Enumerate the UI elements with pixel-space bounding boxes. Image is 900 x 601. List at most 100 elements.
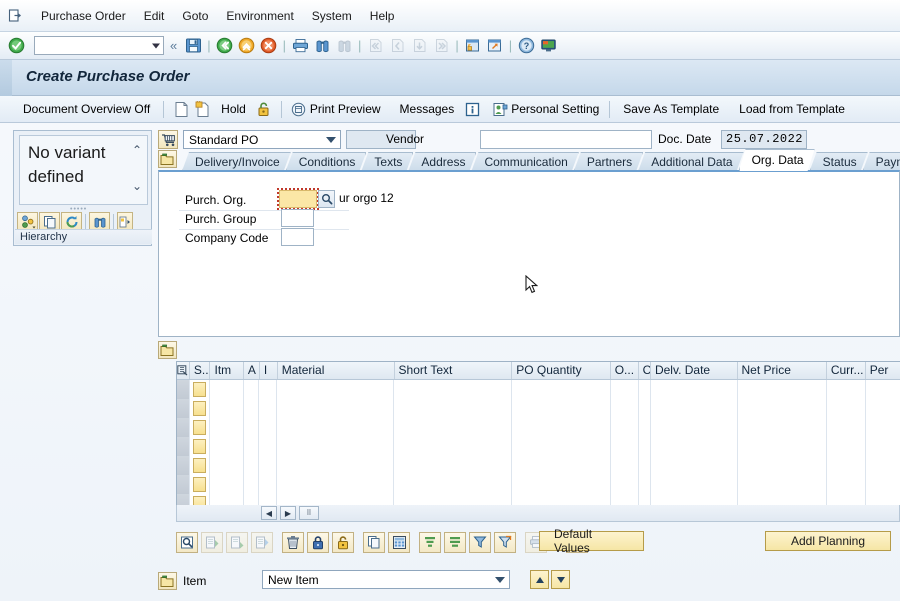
new-session-icon[interactable] — [463, 36, 483, 56]
grid-scroll-right-button[interactable]: ▶ — [280, 506, 296, 520]
col-order-unit-cell[interactable] — [610, 437, 639, 456]
col-material[interactable]: Material — [278, 362, 395, 379]
col-item-cell[interactable] — [210, 437, 244, 456]
col-material-cell[interactable] — [276, 399, 395, 418]
col-delivery-date-cell[interactable] — [650, 399, 738, 418]
system-menu-icon[interactable] — [6, 7, 24, 25]
collapse-toolbar-icon[interactable]: « — [166, 38, 181, 53]
col-item-cell[interactable] — [210, 418, 244, 437]
filter-icon[interactable] — [469, 531, 491, 553]
chevron-down-icon[interactable] — [326, 136, 336, 143]
col-order-unit-cell[interactable] — [610, 380, 639, 399]
row-selector-cell[interactable] — [177, 437, 190, 456]
col-material-cell[interactable] — [276, 475, 395, 494]
previous-page-icon[interactable] — [387, 36, 407, 56]
col-net-price-cell[interactable] — [737, 475, 828, 494]
col-material-cell[interactable] — [276, 456, 395, 475]
col-account-assignment-cell[interactable] — [243, 380, 260, 399]
tab-partners[interactable]: Partners — [574, 152, 643, 171]
col-currency-cell[interactable] — [827, 437, 866, 456]
col-short-text-cell[interactable] — [394, 380, 513, 399]
col-item-category-cell[interactable] — [259, 437, 277, 456]
item-details-icon[interactable] — [176, 531, 198, 553]
col-category-cell[interactable] — [638, 399, 651, 418]
col-item-cell[interactable] — [210, 456, 244, 475]
document-type-dropdown[interactable]: Standard PO — [183, 130, 341, 149]
col-short-text-cell[interactable] — [394, 456, 513, 475]
search-f4-icon[interactable] — [318, 190, 335, 208]
load-from-template-button[interactable]: Load from Template — [732, 99, 852, 119]
insert-row-below-icon[interactable] — [226, 531, 248, 553]
row-status-cell[interactable] — [189, 418, 211, 437]
col-po-quantity-cell[interactable] — [512, 475, 611, 494]
save-as-template-button[interactable]: Save As Template — [616, 99, 726, 119]
col-po-quantity-cell[interactable] — [512, 456, 611, 475]
col-item-category-cell[interactable] — [259, 418, 277, 437]
company-code-input[interactable] — [281, 228, 314, 246]
row-status-cell[interactable] — [189, 456, 211, 475]
default-values-button[interactable]: Default Values — [539, 527, 644, 555]
variant-scroll-up-icon[interactable]: ⌃ — [130, 142, 144, 158]
purch-group-input[interactable] — [281, 209, 314, 227]
col-account-assignment-cell[interactable] — [243, 437, 260, 456]
sort-descending-icon[interactable] — [444, 531, 466, 553]
insert-row-icon[interactable] — [201, 531, 223, 553]
chevron-down-icon[interactable] — [495, 576, 505, 583]
grid-scroll-left-button[interactable]: ◀ — [261, 506, 277, 520]
unlock-icon[interactable] — [332, 531, 354, 553]
item-grid[interactable]: S.. Itm A I Material Short Text PO Quantity O..… — [176, 361, 900, 519]
col-net-price-cell[interactable] — [737, 418, 828, 437]
purchase-order-cart-icon[interactable] — [158, 130, 178, 149]
row-selector-cell[interactable] — [177, 380, 190, 399]
enter-ok-icon[interactable] — [8, 37, 26, 55]
menu-edit[interactable]: Edit — [135, 6, 174, 26]
help-icon[interactable]: ? — [516, 36, 536, 56]
tab-payment[interactable]: Paym — [863, 152, 900, 171]
item-selector-dropdown[interactable]: New Item — [262, 570, 510, 589]
col-category-cell[interactable] — [638, 418, 651, 437]
tab-status[interactable]: Status — [810, 152, 868, 171]
col-delivery-date-cell[interactable] — [650, 418, 738, 437]
col-order-unit-cell[interactable] — [610, 399, 639, 418]
command-field[interactable] — [34, 36, 164, 55]
col-currency-cell[interactable] — [827, 475, 866, 494]
row-selector-cell[interactable] — [177, 399, 190, 418]
col-po-quantity[interactable]: PO Quantity — [512, 362, 611, 379]
col-delivery-date[interactable]: Delv. Date — [651, 362, 738, 379]
col-item-category-cell[interactable] — [259, 380, 277, 399]
col-currency[interactable]: Curr... — [827, 362, 866, 379]
col-currency-cell[interactable] — [827, 418, 866, 437]
next-page-icon[interactable] — [409, 36, 429, 56]
col-delivery-date-cell[interactable] — [650, 380, 738, 399]
col-material-cell[interactable] — [276, 380, 395, 399]
table-row[interactable] — [177, 456, 900, 475]
table-row[interactable] — [177, 380, 900, 399]
col-item-category-cell[interactable] — [259, 475, 277, 494]
personal-setting-button[interactable]: Personal Setting — [489, 99, 603, 120]
doc-date-field[interactable]: 25.07.2022 — [721, 130, 807, 149]
row-selector-cell[interactable] — [177, 475, 190, 494]
filter-settings-icon[interactable] — [494, 531, 516, 553]
print-icon[interactable] — [290, 36, 310, 56]
grid-scroll-grip[interactable]: ⠿ — [299, 506, 319, 520]
col-account-assignment-cell[interactable] — [243, 418, 260, 437]
cancel-icon[interactable] — [259, 36, 279, 56]
row-status-cell[interactable] — [189, 437, 211, 456]
col-net-price-cell[interactable] — [737, 437, 828, 456]
col-po-quantity-cell[interactable] — [512, 418, 611, 437]
col-currency-cell[interactable] — [827, 399, 866, 418]
tab-delivery-invoice[interactable]: Delivery/Invoice — [182, 152, 291, 171]
info-icon[interactable] — [461, 99, 483, 120]
tab-texts[interactable]: Texts — [361, 152, 413, 171]
table-row[interactable] — [177, 437, 900, 456]
col-category-cell[interactable] — [638, 437, 651, 456]
tab-additional-data[interactable]: Additional Data — [638, 152, 743, 171]
chevron-down-icon[interactable] — [152, 43, 160, 48]
messages-button[interactable]: Messages — [393, 99, 462, 119]
lock-icon[interactable] — [307, 531, 329, 553]
col-material-cell[interactable] — [276, 418, 395, 437]
row-status-cell[interactable] — [189, 380, 211, 399]
new-document-icon[interactable] — [170, 99, 192, 120]
col-delivery-date-cell[interactable] — [650, 475, 738, 494]
col-category-cell[interactable] — [638, 475, 651, 494]
